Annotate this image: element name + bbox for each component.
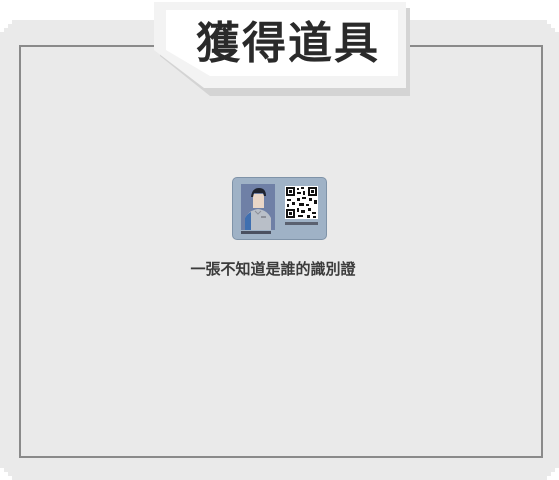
card-number-strip — [285, 222, 318, 225]
card-name-strip — [241, 231, 271, 234]
card-photo — [241, 184, 275, 230]
dialog-frame — [19, 45, 543, 458]
item-name: 一張不知道是誰的識別證 — [190, 260, 356, 278]
qr-code-icon — [285, 186, 318, 219]
dialog-title: 獲得道具 — [196, 18, 380, 69]
id-card-icon[interactable] — [233, 178, 326, 239]
